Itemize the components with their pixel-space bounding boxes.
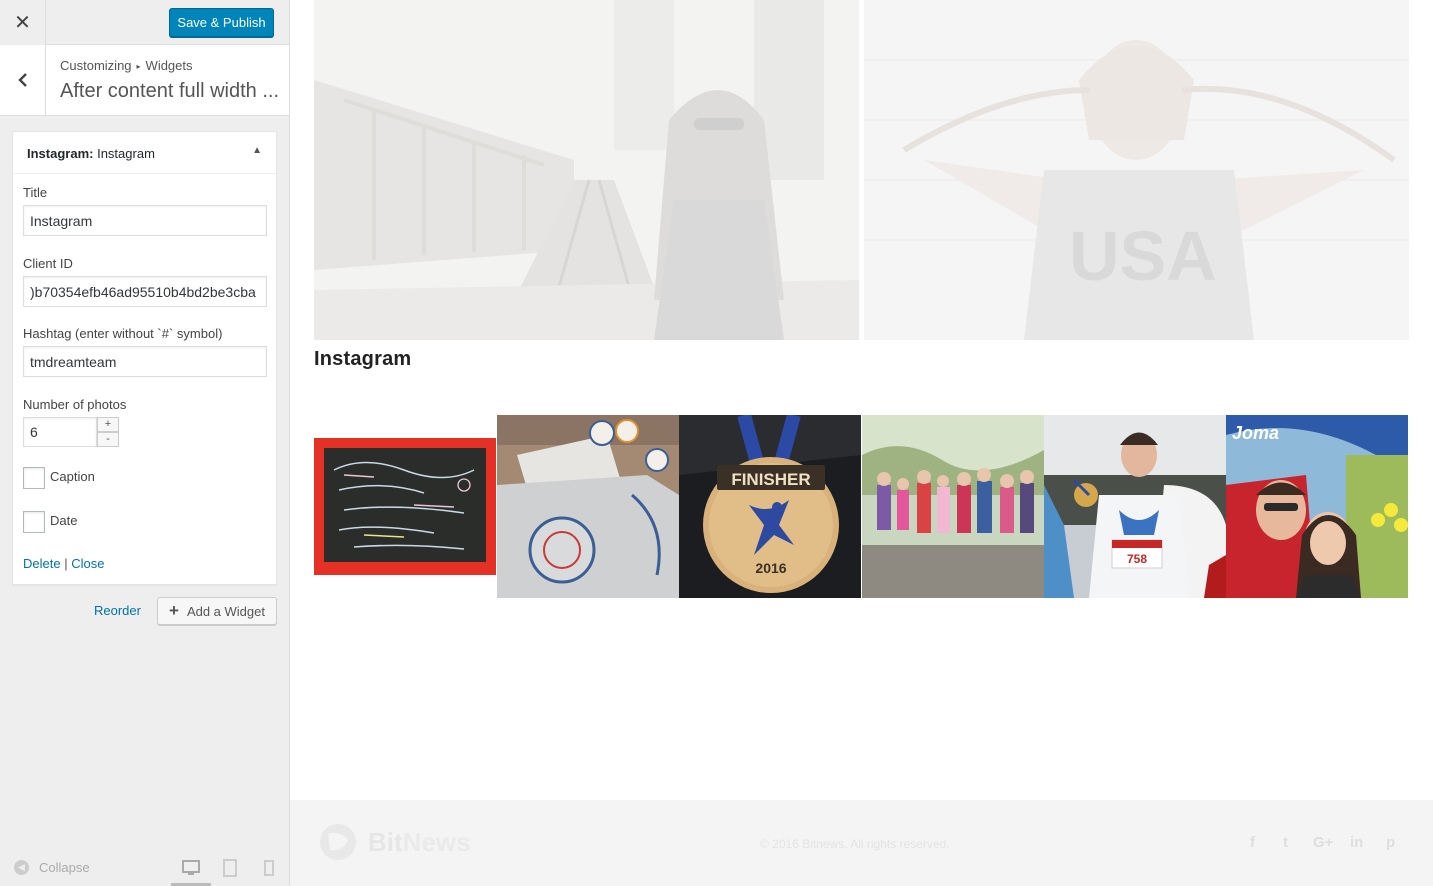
title-label: Title [23, 185, 48, 200]
site-preview: USA Instagram FINISHER 2016 758 Joma Bit… [290, 0, 1433, 886]
mobile-icon[interactable] [259, 858, 279, 878]
instagram-photo-runner-medal[interactable]: 758 [1044, 415, 1226, 598]
section-title: After content full width ... [60, 80, 279, 102]
instagram-widget: Instagram: Instagram ▲ Title Client ID H… [12, 131, 277, 585]
collapse-arrow-icon[interactable]: ▲ [252, 145, 262, 156]
photos-count-stepper: + - [23, 417, 119, 447]
joma-brand-text: Joma [1232, 423, 1279, 443]
client-id-input[interactable] [23, 276, 267, 307]
hashtag-label: Hashtag (enter without `#` symbol) [23, 326, 223, 341]
widget-header[interactable]: Instagram: Instagram ▲ [13, 132, 276, 174]
chevron-left-icon [17, 73, 27, 87]
footer-logo-part1: Bit [368, 826, 403, 857]
add-widget-label: Add a Widget [186, 603, 265, 619]
hero-usa-text: USA [1069, 217, 1217, 295]
breadcrumb-separator-icon: ▸ [136, 62, 141, 71]
close-customizer-button[interactable]: ✕ [0, 0, 46, 45]
delete-widget-link[interactable]: Delete [23, 556, 61, 571]
footer-logo-part2: News [402, 826, 471, 857]
site-footer: BitNews © 2016 Bitnews. All rights reser… [290, 800, 1433, 886]
client-id-label: Client ID [23, 256, 73, 271]
medal-label-top: FINISHER [731, 470, 810, 489]
desktop-icon[interactable] [181, 858, 201, 878]
date-label: Date [50, 513, 78, 528]
widget-type-label: Instagram: [27, 146, 94, 161]
caption-checkbox[interactable] [23, 467, 45, 489]
actions-separator: | [64, 556, 68, 571]
instagram-photo-selfie-couple[interactable]: Joma [1226, 415, 1408, 598]
widget-title: Instagram [97, 146, 155, 161]
hashtag-input[interactable] [23, 346, 267, 377]
breadcrumb-child: Widgets [145, 58, 193, 73]
bitnews-logo-icon [320, 824, 356, 860]
photos-count-label: Number of photos [23, 397, 127, 412]
instagram-photo-tshirts[interactable] [497, 415, 679, 598]
footer-logo[interactable]: BitNews [318, 822, 471, 862]
instagram-photo-chalkboard[interactable] [314, 415, 496, 598]
collapse-button[interactable]: ◀ Collapse [14, 860, 90, 875]
breadcrumb-root: Customizing [60, 58, 132, 73]
reorder-link[interactable]: Reorder [94, 603, 141, 618]
breadcrumb: Customizing ▸ Widgets [60, 58, 193, 73]
widget-actions: Delete | Close [23, 556, 104, 571]
google-plus-icon[interactable]: G+ [1313, 834, 1333, 851]
decrement-button[interactable]: - [97, 432, 119, 447]
linkedin-icon[interactable]: in [1350, 834, 1363, 851]
pinterest-icon[interactable]: p [1386, 834, 1395, 851]
plus-icon: + [169, 601, 179, 620]
photos-count-input[interactable] [23, 417, 97, 447]
hero-image-railway [314, 0, 859, 340]
close-widget-link[interactable]: Close [71, 556, 104, 571]
increment-button[interactable]: + [97, 417, 119, 432]
instagram-photo-kids-group[interactable] [862, 415, 1044, 598]
customizer-sidebar: ✕ Save & Publish Customizing ▸ Widgets Aft… [0, 0, 290, 886]
section-header: Customizing ▸ Widgets After content full w… [0, 45, 289, 116]
title-input[interactable] [23, 205, 267, 236]
date-checkbox[interactable] [23, 511, 45, 533]
instagram-heading: Instagram [314, 348, 412, 370]
customizer-footer: ◀ Collapse [0, 850, 289, 886]
medal-label-bottom: 2016 [755, 560, 786, 576]
copyright-text: © 2016 Bitnews. All rights reserved. [760, 837, 950, 851]
back-button[interactable] [0, 45, 46, 115]
facebook-icon[interactable]: f [1250, 834, 1255, 851]
runner-bib-number: 758 [1127, 552, 1147, 566]
tablet-icon[interactable] [220, 858, 240, 878]
caption-label: Caption [50, 469, 95, 484]
hero-image-usa-girl: USA [864, 0, 1409, 340]
customizer-header: ✕ Save & Publish [0, 0, 289, 45]
collapse-arrow-left-icon: ◀ [14, 860, 29, 875]
footer-logo-text: BitNews [368, 827, 471, 858]
add-widget-button[interactable]: + Add a Widget [157, 597, 277, 625]
close-icon: ✕ [14, 12, 31, 34]
collapse-label: Collapse [39, 860, 90, 875]
save-publish-button[interactable]: Save & Publish [169, 8, 274, 37]
twitter-icon[interactable]: t [1283, 834, 1288, 851]
instagram-photo-finisher-medal[interactable]: FINISHER 2016 [679, 415, 861, 598]
